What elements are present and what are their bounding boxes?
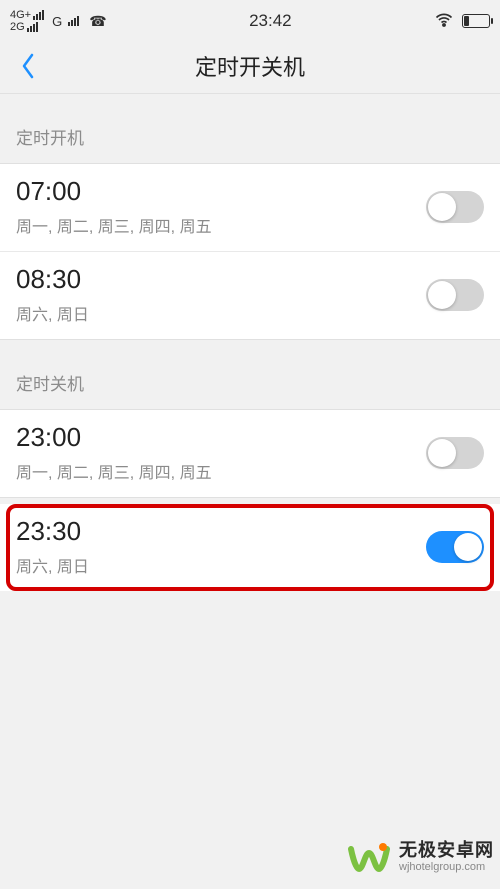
battery-icon (462, 14, 490, 28)
chevron-left-icon (20, 52, 36, 80)
screen: 4G+ 2G G 23:42 定时开关机 定时开机 (0, 0, 500, 889)
wifi-icon (434, 10, 454, 33)
schedule-info: 23:30 周六, 周日 (16, 516, 89, 577)
status-time: 23:42 (107, 11, 434, 31)
watermark-logo-icon (347, 835, 391, 879)
page-title: 定时开关机 (195, 50, 305, 82)
watermark-text: 无极安卓网 wjhotelgroup.com (399, 840, 494, 873)
network-label-3: G (52, 14, 62, 29)
highlighted-row-wrap: 23:30 周六, 周日 (0, 504, 500, 591)
phone-icon (89, 13, 106, 30)
section-header-power-on: 定时开机 (0, 94, 500, 163)
watermark-title: 无极安卓网 (399, 840, 494, 861)
nav-bar: 定时开关机 (0, 38, 500, 94)
signal-bars-2-icon (27, 22, 38, 32)
schedule-info: 08:30 周六, 周日 (16, 264, 89, 325)
section-header-power-off: 定时关机 (0, 340, 500, 409)
status-left: 4G+ 2G G (10, 9, 107, 33)
schedule-time: 23:30 (16, 516, 89, 547)
toggle-power-off-1[interactable] (426, 531, 484, 563)
schedule-time: 23:00 (16, 422, 212, 453)
toggle-power-off-0[interactable] (426, 437, 484, 469)
network-indicators: 4G+ 2G (10, 9, 44, 33)
watermark: 无极安卓网 wjhotelgroup.com (347, 835, 494, 879)
schedule-info: 07:00 周一, 周二, 周三, 周四, 周五 (16, 176, 212, 237)
signal-bars-3-icon (68, 16, 79, 26)
schedule-days: 周六, 周日 (16, 301, 89, 325)
schedule-row-power-off-1[interactable]: 23:30 周六, 周日 (0, 504, 500, 591)
status-right (434, 10, 490, 33)
schedule-days: 周六, 周日 (16, 553, 89, 577)
schedule-time: 07:00 (16, 176, 212, 207)
status-bar: 4G+ 2G G 23:42 (0, 0, 500, 38)
watermark-subtitle: wjhotelgroup.com (399, 861, 494, 874)
schedule-row-power-on-0[interactable]: 07:00 周一, 周二, 周三, 周四, 周五 (0, 163, 500, 251)
schedule-row-power-on-1[interactable]: 08:30 周六, 周日 (0, 251, 500, 340)
signal-bars-1-icon (33, 10, 44, 20)
schedule-info: 23:00 周一, 周二, 周三, 周四, 周五 (16, 422, 212, 483)
network-label-2: 2G (10, 21, 25, 33)
network-label-1: 4G+ (10, 9, 31, 21)
back-button[interactable] (8, 38, 48, 93)
toggle-power-on-1[interactable] (426, 279, 484, 311)
schedule-time: 08:30 (16, 264, 89, 295)
schedule-row-power-off-0[interactable]: 23:00 周一, 周二, 周三, 周四, 周五 (0, 409, 500, 498)
schedule-days: 周一, 周二, 周三, 周四, 周五 (16, 459, 212, 483)
schedule-days: 周一, 周二, 周三, 周四, 周五 (16, 213, 212, 237)
toggle-power-on-0[interactable] (426, 191, 484, 223)
